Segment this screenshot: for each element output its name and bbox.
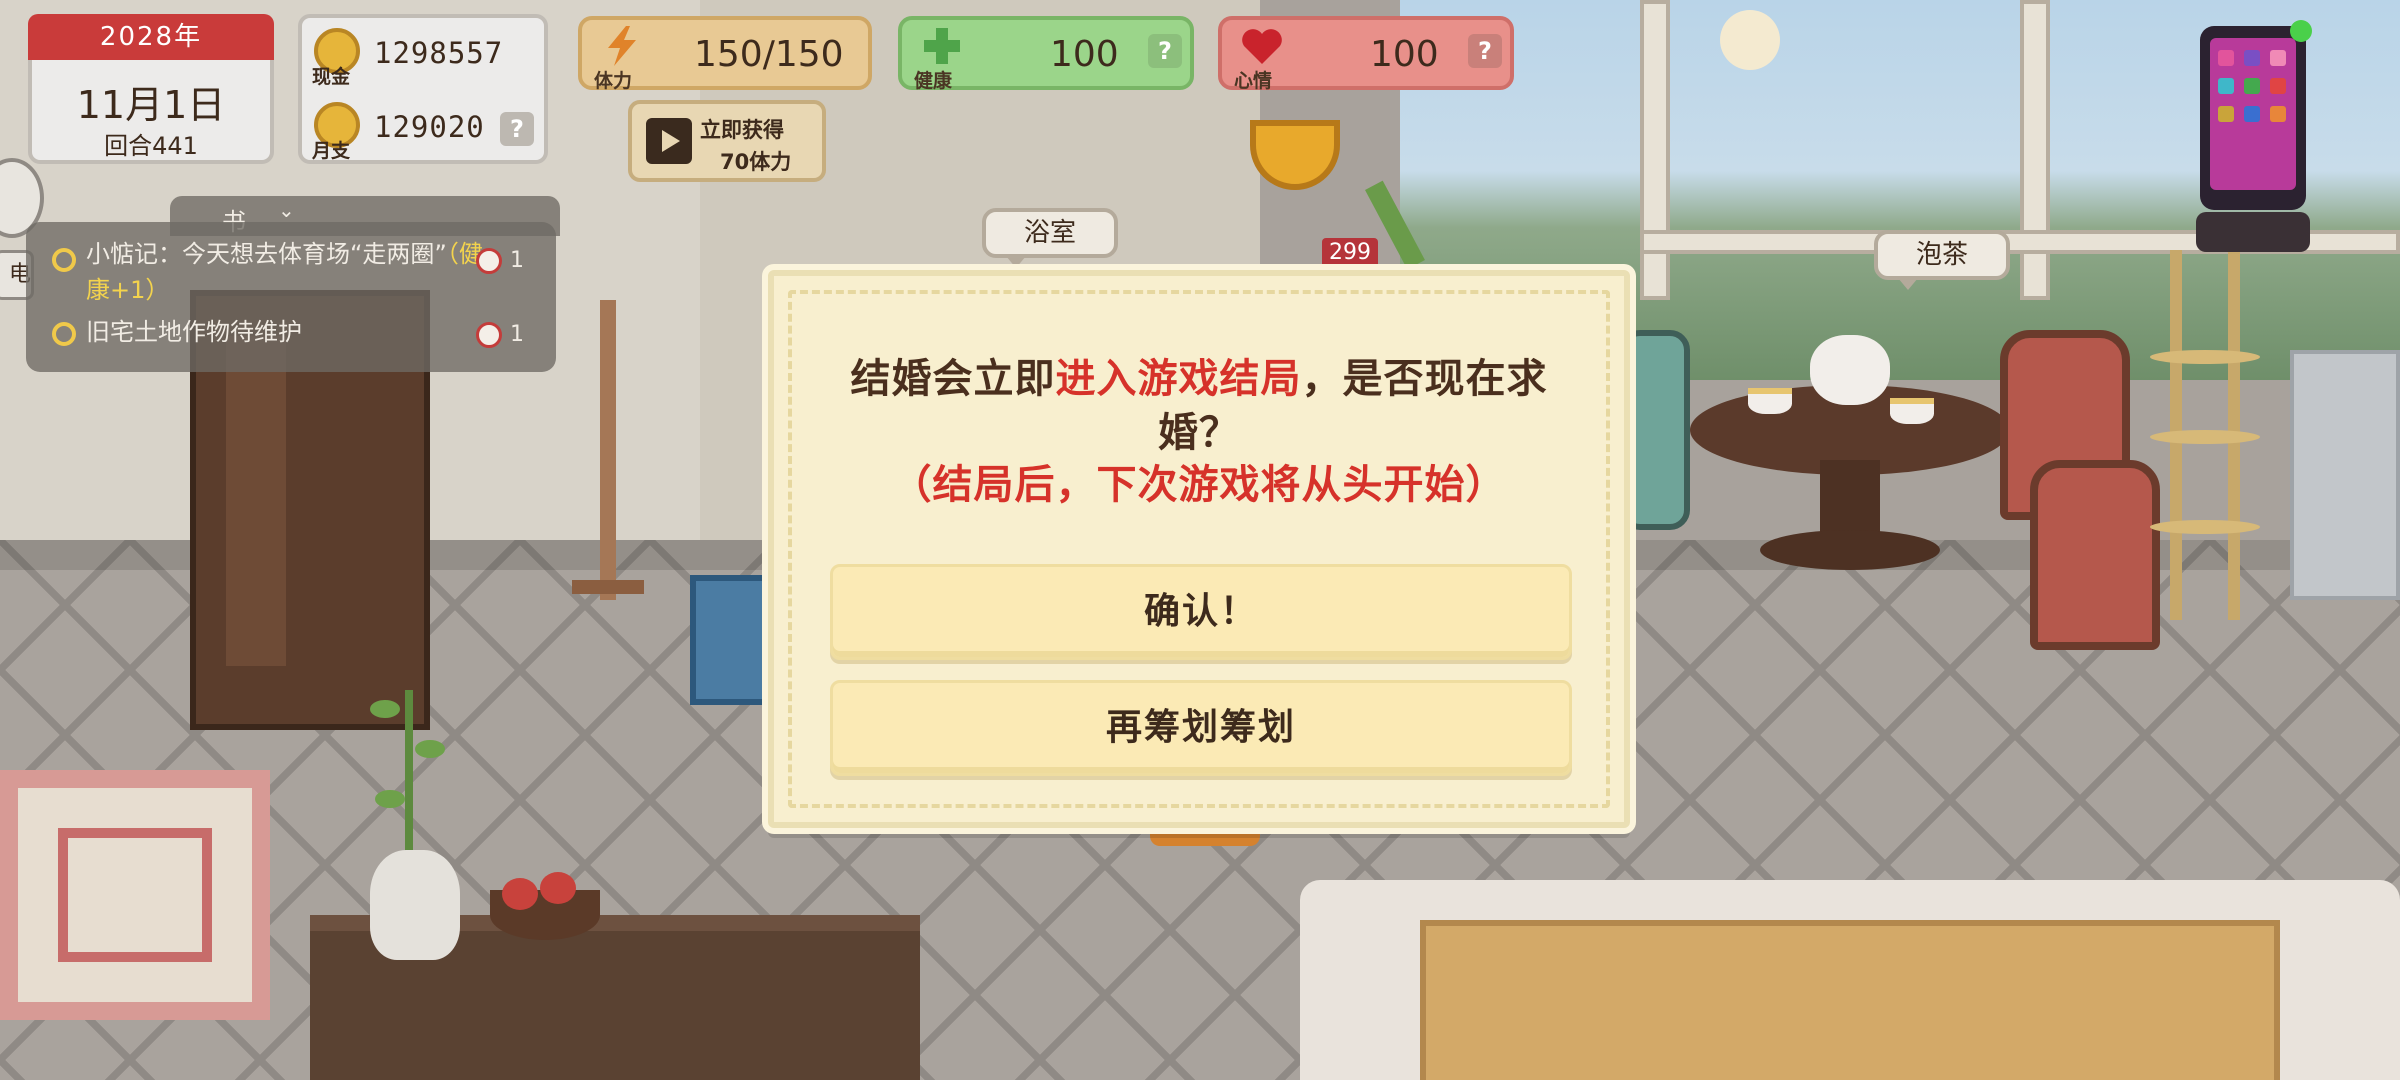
message-highlight: 进入游戏结局 bbox=[1055, 356, 1302, 402]
dialog-message: 结婚会立即进入游戏结局，是否现在求婚？ bbox=[814, 352, 1584, 460]
dialog-warning: （结局后，下次游戏将从头开始） bbox=[891, 462, 1507, 508]
confirm-button[interactable]: 确认！ bbox=[830, 564, 1572, 660]
plan-more-button[interactable]: 再筹划筹划 bbox=[830, 680, 1572, 776]
message-prefix: 结婚会立即 bbox=[850, 356, 1056, 402]
proposal-dialog: 结婚会立即进入游戏结局，是否现在求婚？ （结局后，下次游戏将从头开始） 确认！ … bbox=[768, 270, 1630, 828]
